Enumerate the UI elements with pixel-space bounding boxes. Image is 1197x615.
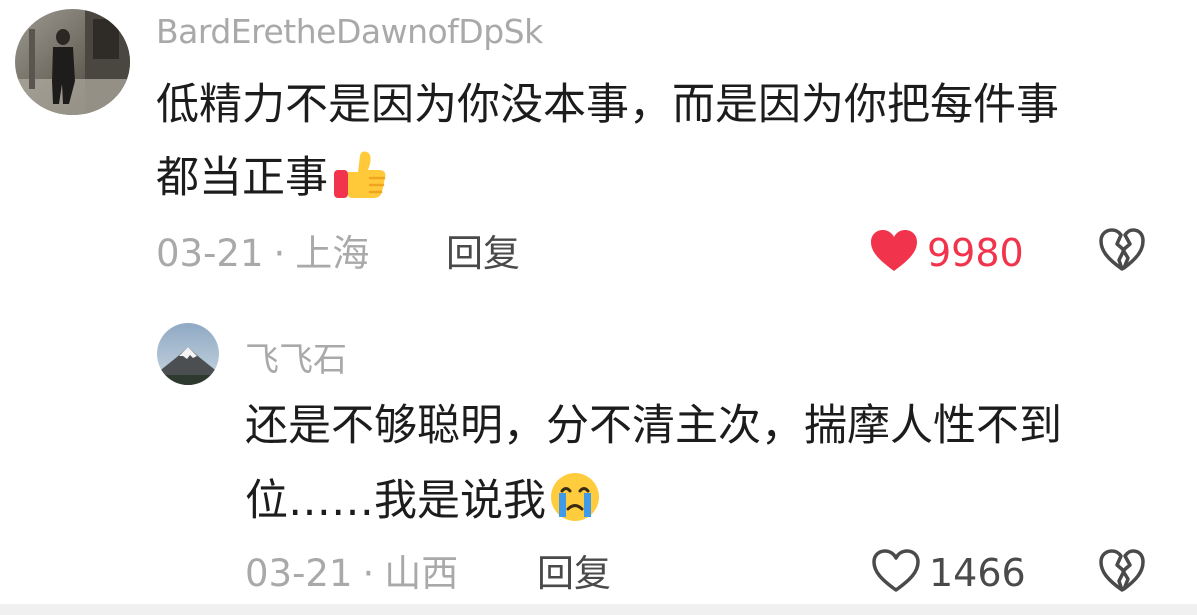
comment-meta: 03-21 · 上海: [156, 235, 369, 272]
comment-text: 位……我是说我: [245, 476, 546, 526]
broken-heart-icon: [1098, 549, 1146, 597]
heart-outline-icon: [871, 549, 921, 597]
meta-separator: ·: [362, 552, 375, 595]
avatar[interactable]: [157, 323, 219, 385]
username[interactable]: BardEretheDawnofDpSk: [156, 12, 543, 51]
comment-text-line: 低精力不是因为你没本事，而是因为你把每件事: [156, 80, 1059, 130]
comment-meta: 03-21 · 山西: [245, 555, 458, 592]
reply-button[interactable]: 回复: [537, 555, 611, 592]
comment-list: BardEretheDawnofDpSk 低精力不是因为你没本事，而是因为你把每…: [0, 0, 1197, 604]
heart-filled-icon: [869, 229, 919, 277]
comment-date: 03-21: [156, 232, 264, 275]
username[interactable]: 飞飞石: [245, 332, 347, 381]
comment-text-line: 位……我是说我: [245, 471, 602, 531]
comment-text-line: 都当正事: [156, 150, 388, 208]
dislike-button[interactable]: [1098, 549, 1146, 597]
meta-separator: ·: [273, 232, 286, 275]
reply-button[interactable]: 回复: [446, 235, 520, 272]
avatar-mountain-photo: [157, 323, 219, 385]
like-count: 9980: [927, 231, 1024, 275]
comment-text-line: 还是不够聪明，分不清主次，揣摩人性不到: [245, 401, 1062, 451]
like-button[interactable]: 1466: [871, 549, 1026, 597]
comment-date: 03-21: [245, 552, 353, 595]
comment-location: 山西: [384, 552, 459, 595]
avatar[interactable]: [15, 9, 130, 115]
comment-text: 都当正事: [156, 153, 328, 203]
avatar-street-photo: [15, 9, 130, 115]
dislike-button[interactable]: [1098, 228, 1146, 276]
like-count: 1466: [929, 551, 1026, 595]
broken-heart-icon: [1098, 228, 1146, 276]
thumbs-up-icon: [330, 150, 388, 208]
comment-location: 上海: [295, 232, 370, 275]
crying-face-icon: [548, 471, 602, 531]
like-button[interactable]: 9980: [869, 229, 1024, 277]
